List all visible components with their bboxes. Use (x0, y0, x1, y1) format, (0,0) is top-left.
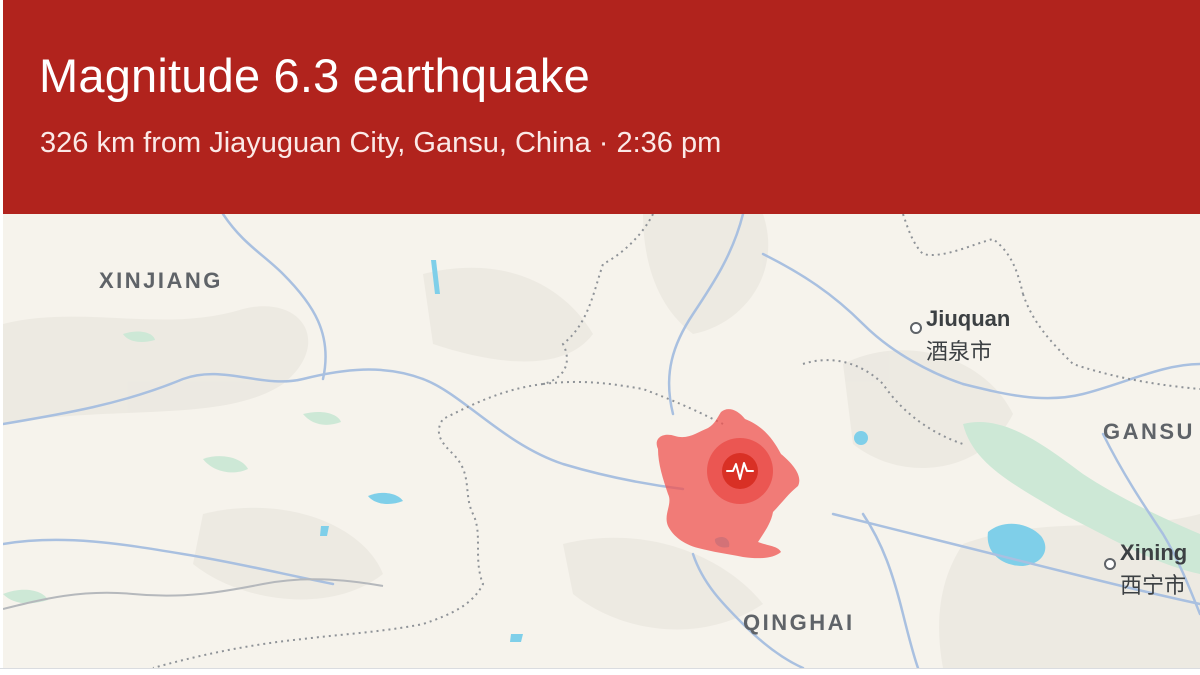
region-label-xinjiang: XINJIANG (99, 268, 223, 293)
earthquake-header: Magnitude 6.3 earthquake 326 km from Jia… (3, 0, 1200, 214)
earthquake-map[interactable]: XINJIANG GANSU QINGHAI Jiuquan 酒泉市 Xinin… (3, 214, 1200, 668)
city-dot-icon (1104, 558, 1116, 570)
city-dot-icon (910, 322, 922, 334)
city-name: Jiuquan (926, 306, 1011, 331)
earthquake-subtitle: 326 km from Jiayuguan City, Gansu, China… (40, 127, 722, 159)
epicenter-marker (707, 438, 773, 504)
earthquake-title: Magnitude 6.3 earthquake (39, 49, 590, 102)
earthquake-card[interactable]: Magnitude 6.3 earthquake 326 km from Jia… (3, 0, 1200, 668)
divider (0, 668, 1200, 669)
city-local-name: 西宁市 (1120, 573, 1187, 598)
region-label-gansu: GANSU (1103, 419, 1195, 444)
city-name: Xining (1120, 540, 1188, 565)
region-label-qinghai: QINGHAI (743, 610, 855, 635)
city-local-name: 酒泉市 (926, 339, 993, 364)
